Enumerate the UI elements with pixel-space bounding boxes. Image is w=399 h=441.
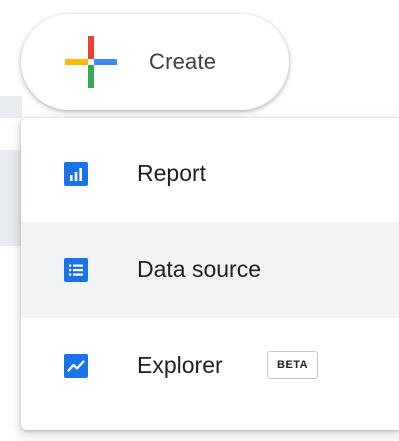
menu-item-report[interactable]: Report <box>21 126 399 222</box>
menu-item-explorer[interactable]: Explorer BETA <box>21 318 399 414</box>
bar-chart-icon <box>64 162 88 186</box>
menu-item-data-source[interactable]: Data source <box>21 222 399 318</box>
menu-item-label: Explorer <box>137 352 223 378</box>
create-label: Create <box>149 49 217 74</box>
background-panel <box>0 96 22 118</box>
google-plus-icon <box>65 36 117 88</box>
menu-item-label: Report <box>137 160 207 186</box>
menu-item-label: Data source <box>137 256 262 282</box>
list-icon <box>64 258 88 282</box>
create-menu: Report Data source Explorer BETA <box>21 118 399 430</box>
line-chart-icon <box>64 354 88 378</box>
beta-badge: BETA <box>267 351 319 379</box>
create-button[interactable]: Create <box>21 14 289 110</box>
background-panel-2 <box>0 150 22 246</box>
